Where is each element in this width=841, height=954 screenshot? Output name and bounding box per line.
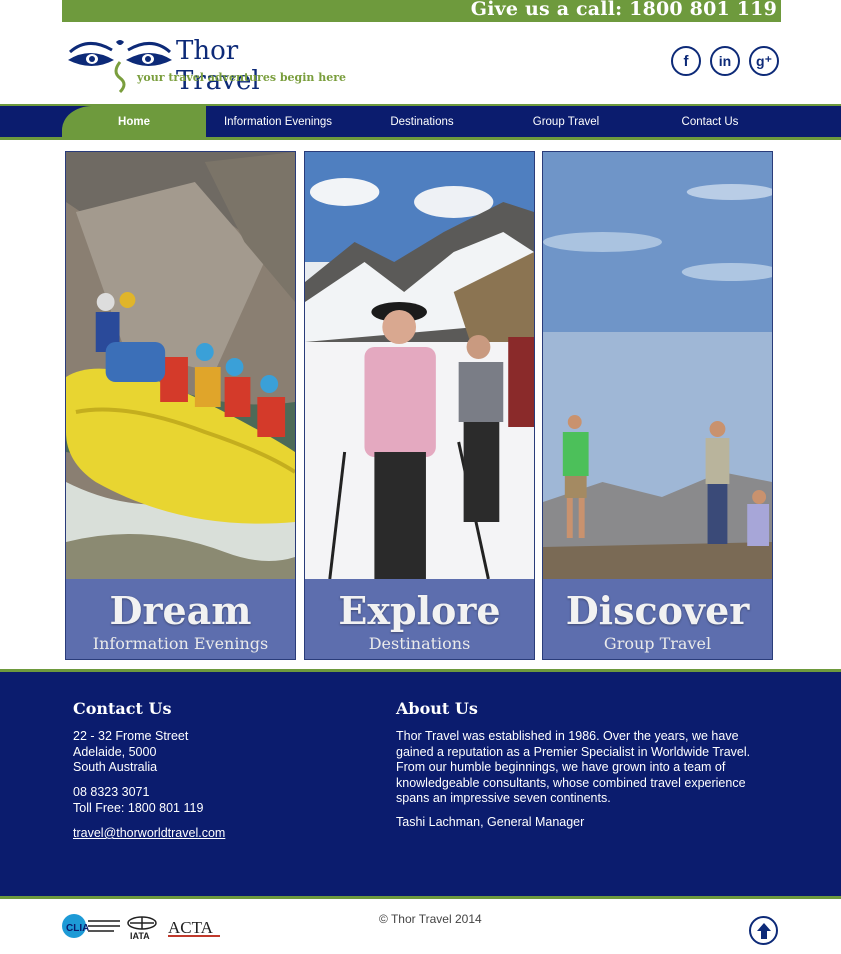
back-to-top-button[interactable] bbox=[749, 916, 778, 945]
panel-explore-caption: Explore Destinations bbox=[305, 579, 534, 659]
facebook-glyph: f bbox=[683, 52, 689, 70]
about-body: Thor Travel was established in 1986. Ove… bbox=[396, 729, 751, 805]
nav-item-destinations[interactable]: Destinations bbox=[350, 106, 494, 137]
google-plus-glyph: g⁺ bbox=[756, 52, 772, 69]
contact-heading: Contact Us bbox=[73, 699, 172, 718]
email-link[interactable]: travel@thorworldtravel.com bbox=[73, 826, 225, 840]
panel-explore-subtitle: Destinations bbox=[368, 634, 471, 653]
google-plus-icon[interactable]: g⁺ bbox=[749, 46, 779, 76]
nav-item-home[interactable]: Home bbox=[62, 106, 206, 137]
call-banner: Give us a call: 1800 801 119 bbox=[62, 0, 781, 22]
acta-logo: ACTA bbox=[168, 918, 220, 937]
panel-discover-subtitle: Group Travel bbox=[603, 634, 712, 653]
footer-bottom-rule bbox=[0, 896, 841, 899]
linkedin-glyph: in bbox=[718, 53, 732, 69]
nav-item-information-evenings[interactable]: Information Evenings bbox=[206, 106, 350, 137]
nav-bottom-rule bbox=[0, 137, 841, 140]
clia-logo-text: CLIA bbox=[66, 923, 89, 934]
buddha-eyes-icon bbox=[68, 40, 172, 94]
address-line-1: 22 - 32 Frome Street bbox=[73, 729, 189, 743]
summit-photo bbox=[543, 152, 772, 579]
arrow-up-icon bbox=[756, 922, 771, 939]
panel-dream-caption: Dream Information Evenings bbox=[66, 579, 295, 659]
panel-explore[interactable]: Explore Destinations bbox=[304, 151, 535, 660]
main-nav: Home Information Evenings Destinations G… bbox=[0, 106, 841, 137]
acta-logo-text: ACTA bbox=[168, 918, 214, 937]
address-line-2: Adelaide, 5000 bbox=[73, 744, 157, 759]
accreditation-logos: CLIA IATA ACTA bbox=[62, 914, 220, 940]
panel-discover[interactable]: Discover Group Travel bbox=[542, 151, 773, 660]
nav-item-group-travel[interactable]: Group Travel bbox=[494, 106, 638, 137]
panel-discover-title: Discover bbox=[565, 588, 750, 633]
rafting-photo bbox=[66, 152, 295, 579]
panel-dream[interactable]: Dream Information Evenings bbox=[65, 151, 296, 660]
iata-logo: IATA bbox=[127, 916, 157, 940]
panel-discover-caption: Discover Group Travel bbox=[543, 579, 772, 659]
brand-tagline: your travel adventures begin here bbox=[137, 71, 347, 84]
panel-dream-subtitle: Information Evenings bbox=[92, 634, 269, 653]
toll-free-number: Toll Free: 1800 801 119 bbox=[73, 800, 204, 815]
copyright-text: © Thor Travel 2014 bbox=[379, 912, 482, 926]
site-logo[interactable]: Thor Travel your travel adventures begin… bbox=[66, 34, 346, 96]
iata-logo-text: IATA bbox=[130, 931, 150, 940]
contact-phones: 08 8323 3071 Toll Free: 1800 801 119 bbox=[73, 785, 203, 816]
panel-explore-title: Explore bbox=[338, 588, 501, 633]
about-signature: Tashi Lachman, General Manager bbox=[396, 815, 585, 829]
trekking-photo bbox=[305, 152, 534, 579]
panel-dream-title: Dream bbox=[109, 588, 252, 633]
site-footer: Contact Us 22 - 32 Frome Street Adelaide… bbox=[0, 672, 841, 896]
nav-item-contact-us[interactable]: Contact Us bbox=[638, 106, 782, 137]
call-banner-text: Give us a call: 1800 801 119 bbox=[470, 0, 777, 20]
linkedin-icon[interactable]: in bbox=[710, 46, 740, 76]
clia-logo: CLIA bbox=[62, 914, 120, 938]
brand-name: Thor Travel bbox=[176, 36, 260, 96]
about-heading: About Us bbox=[396, 699, 478, 718]
contact-address: 22 - 32 Frome Street Adelaide, 5000 Sout… bbox=[73, 729, 188, 776]
contact-email-block: travel@thorworldtravel.com bbox=[73, 826, 225, 842]
phone-number: 08 8323 3071 bbox=[73, 785, 150, 799]
address-line-3: South Australia bbox=[73, 760, 158, 774]
facebook-icon[interactable]: f bbox=[671, 46, 701, 76]
